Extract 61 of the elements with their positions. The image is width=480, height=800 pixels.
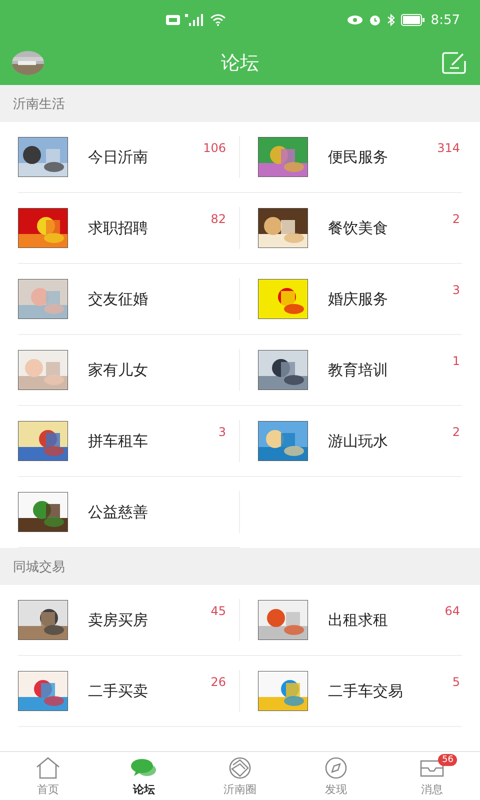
forum-name: 交友征婚 (88, 290, 148, 308)
post-count: 64 (444, 604, 460, 618)
forum-name: 卖房买房 (88, 610, 148, 630)
hd-icon (166, 15, 180, 25)
forum-name: 家有儿女 (88, 360, 148, 380)
forum-name: 出租求租 (328, 610, 388, 630)
forum-item[interactable]: 教育培训 1 (240, 335, 462, 406)
post-count: 1 (452, 354, 460, 368)
nav-tab[interactable]: 发现 (288, 752, 384, 800)
forum-item[interactable]: 婚庆服务 3 (240, 264, 462, 335)
post-count: 82 (210, 212, 226, 226)
forum-name: 公益慈善 (88, 502, 148, 522)
forum-item[interactable]: 卖房买房 45 (18, 585, 240, 656)
forum-name: 二手买卖 (88, 682, 148, 700)
forum-item[interactable]: 餐饮美食 2 (240, 193, 462, 264)
forum-name: 教育培训 (328, 360, 388, 380)
compose-icon[interactable] (440, 52, 468, 74)
post-count: 3 (452, 283, 460, 297)
nav-tab[interactable]: 论坛 (96, 752, 192, 800)
post-count: 26 (210, 675, 226, 689)
forum-name: 婚庆服务 (328, 290, 388, 308)
wifi-icon (210, 14, 226, 26)
nav-tab[interactable]: 消息 56 (384, 752, 480, 800)
alarm-icon (368, 14, 381, 26)
battery-icon (400, 14, 425, 26)
forum-name: 游山玩水 (328, 432, 388, 450)
home-icon (34, 756, 62, 780)
status-time: 8:57 (430, 12, 460, 28)
post-count: 5 (452, 675, 460, 689)
header-title: 论坛 (220, 50, 260, 76)
post-count: 106 (203, 141, 226, 155)
forum-item[interactable]: 今日沂南 106 (18, 122, 240, 193)
eye-icon (346, 15, 363, 25)
forum-name: 餐饮美食 (328, 218, 388, 238)
forum-item[interactable]: 出租求租 64 (240, 585, 462, 656)
forum-item[interactable]: 求职招聘 82 (18, 193, 240, 264)
forum-name: 便民服务 (328, 148, 388, 166)
post-count: 45 (210, 604, 226, 618)
post-count: 3 (218, 425, 226, 439)
bluetooth-icon (386, 14, 395, 26)
forum-item[interactable]: 家有儿女 (18, 335, 240, 406)
signal-icon (185, 14, 205, 26)
forum-item[interactable]: 便民服务 314 (240, 122, 462, 193)
nav-tab[interactable]: 沂南圈 (192, 752, 288, 800)
forum-item[interactable]: 交友征婚 (18, 264, 240, 335)
forum-name: 今日沂南 (88, 148, 148, 166)
forum-item[interactable]: 拼车租车 3 (18, 406, 240, 477)
forum-item[interactable]: 公益慈善 (18, 477, 240, 548)
section-title: 沂南生活 (13, 96, 65, 112)
nav-tab[interactable]: 首页 (0, 752, 96, 800)
unread-badge: 56 (438, 754, 458, 766)
post-count: 2 (452, 212, 460, 226)
post-count: 314 (437, 141, 460, 155)
forum-item[interactable]: 二手买卖 26 (18, 656, 240, 727)
forum-name: 二手车交易 (328, 682, 403, 700)
post-count: 2 (452, 425, 460, 439)
section-title: 同城交易 (13, 558, 65, 576)
forum-name: 拼车租车 (88, 432, 148, 450)
forum-item[interactable]: 二手车交易 5 (240, 656, 462, 727)
forum-name: 求职招聘 (88, 218, 148, 238)
forum-item[interactable]: 游山玩水 2 (240, 406, 462, 477)
